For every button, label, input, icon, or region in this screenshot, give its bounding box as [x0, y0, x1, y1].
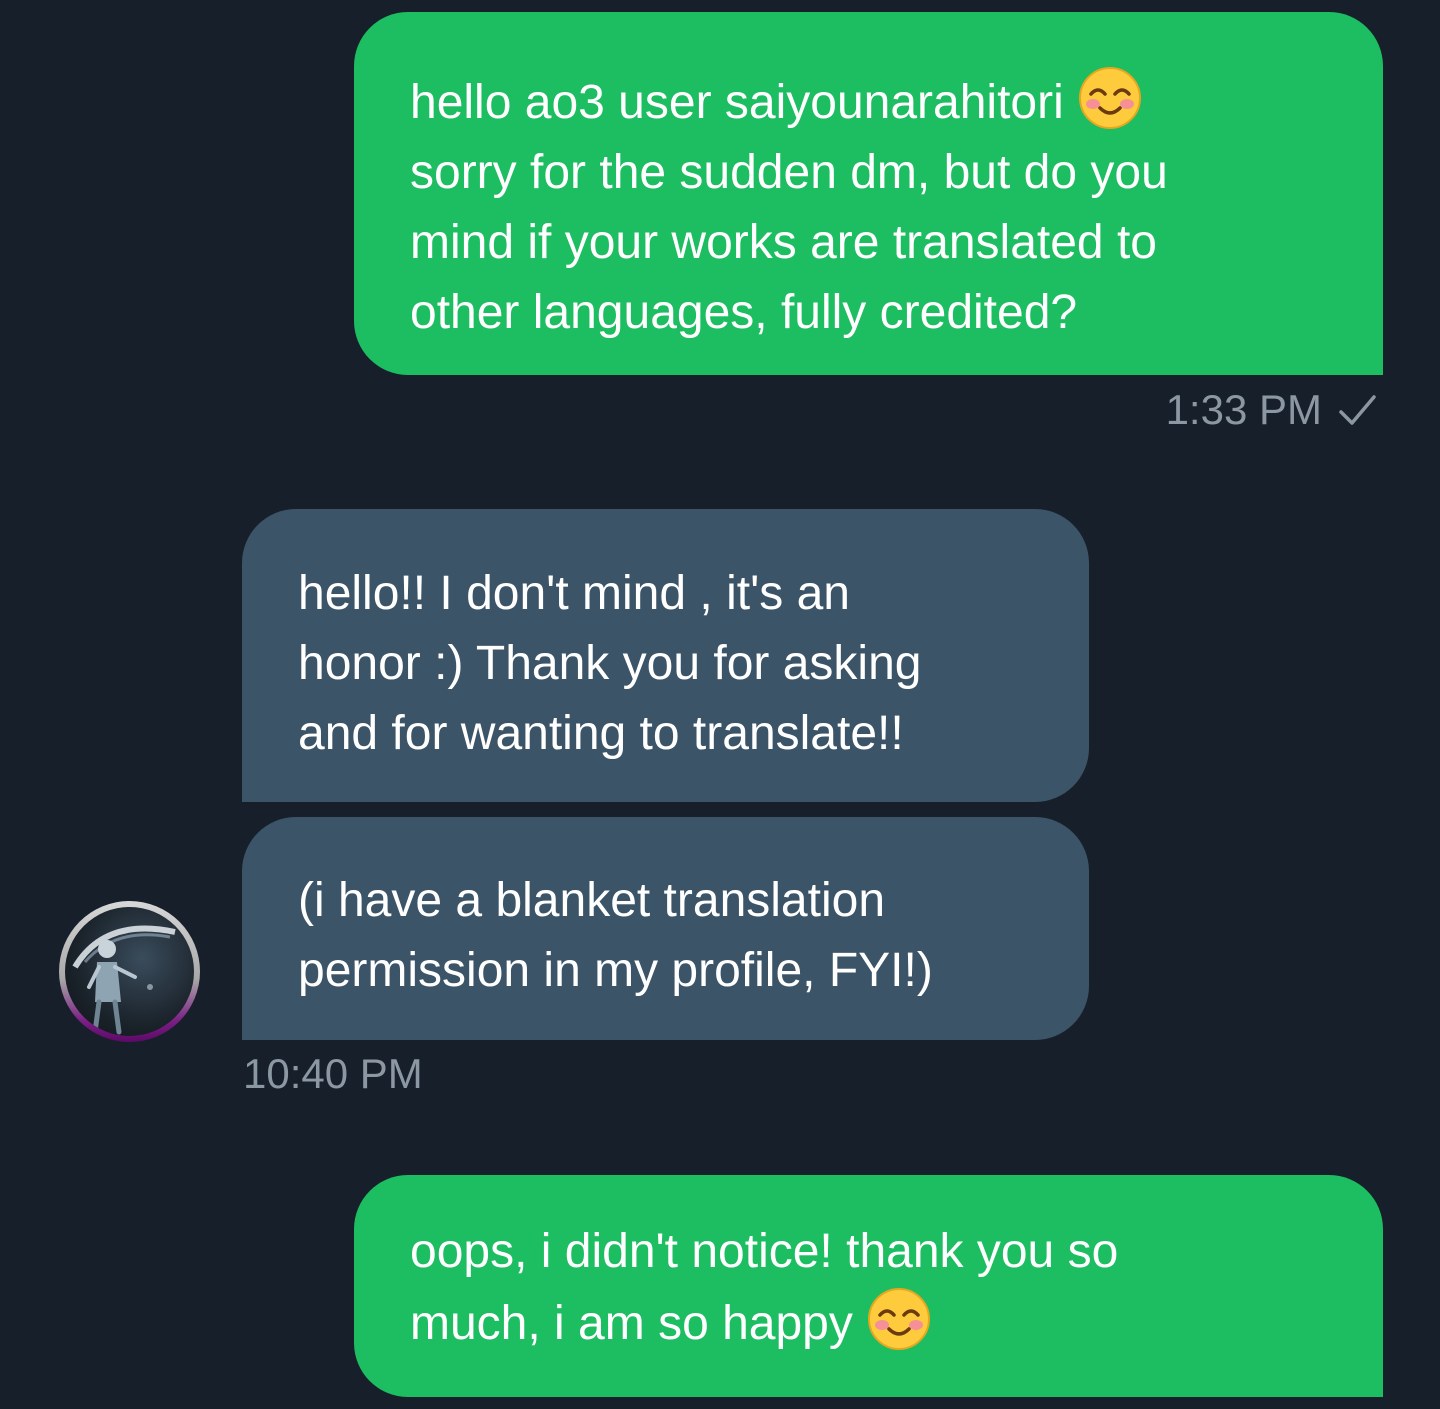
- message-line: permission in my profile, FYI!): [298, 944, 933, 997]
- message-line: (i have a blanket translation: [298, 874, 886, 927]
- message-line: hello!! I don't mind , it's an: [298, 567, 850, 620]
- message-line: mind if your works are translated to: [410, 216, 1157, 269]
- message-line: oops, i didn't notice! thank you so: [410, 1225, 1119, 1278]
- sender-avatar[interactable]: [59, 901, 200, 1042]
- message-line: hello ao3 user saiyounarahitori: [410, 66, 1383, 138]
- message-line: other languages, fully credited?: [410, 286, 1078, 339]
- outgoing-message-bubble[interactable]: hello ao3 user saiyounarahitori sorry fo…: [354, 12, 1383, 375]
- incoming-message-bubble[interactable]: (i have a blanket translation permission…: [242, 817, 1089, 1040]
- message-line: sorry for the sudden dm, but do you: [410, 146, 1168, 199]
- avatar-figure-icon: [72, 925, 176, 1035]
- smiling-face-with-smiling-eyes-icon: [1078, 67, 1141, 129]
- message-timestamp: 1:33 PM: [1165, 386, 1322, 433]
- outgoing-message-bubble[interactable]: oops, i didn't notice! thank you so much…: [354, 1175, 1383, 1397]
- avatar-image: [65, 907, 194, 1036]
- message-meta: 1:33 PM: [1166, 386, 1378, 434]
- message-line: honor :) Thank you for asking: [298, 637, 922, 690]
- check-icon: [1339, 395, 1376, 425]
- message-line: and for wanting to translate!!: [298, 707, 904, 760]
- smiling-face-with-smiling-eyes-icon: [867, 1288, 930, 1350]
- incoming-message-bubble[interactable]: hello!! I don't mind , it's an honor :) …: [242, 509, 1089, 802]
- message-line: much, i am so happy: [410, 1287, 1383, 1359]
- message-timestamp: 10:40 PM: [243, 1050, 423, 1097]
